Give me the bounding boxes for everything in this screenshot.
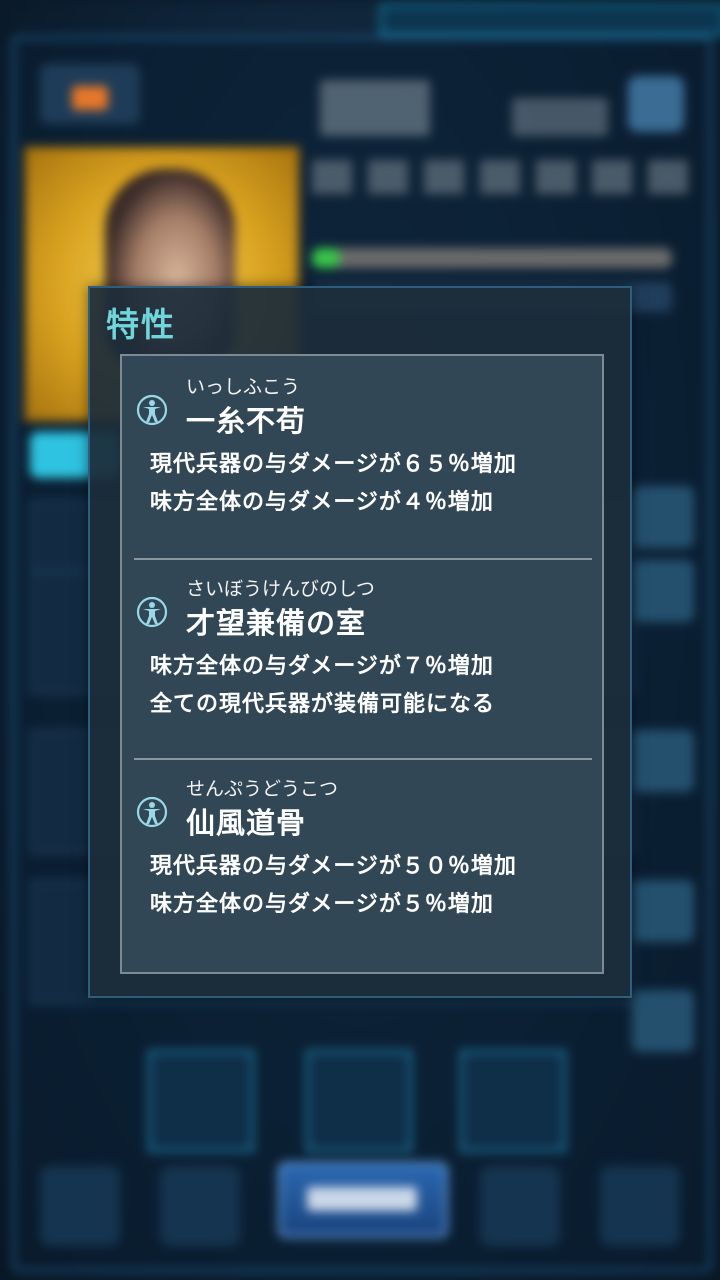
background-side-button (632, 560, 694, 622)
background-exp-bar (312, 248, 672, 268)
trait-name: 一糸不苟 (186, 404, 307, 438)
background-side-button (632, 730, 694, 792)
panel-title: 特性 (106, 305, 176, 344)
trait-description: 全ての現代兵器が装備可能になる (150, 692, 496, 717)
trait-reading: さいぼうけんびのしつ (186, 578, 375, 600)
trait-divider (134, 758, 592, 760)
background-nav-icon (160, 1166, 240, 1246)
trait-name: 才望兼備の室 (186, 606, 367, 640)
trait-reading: いっしふこう (186, 376, 301, 398)
background-tile (460, 1050, 566, 1152)
background-nav-icon (600, 1166, 680, 1246)
background-tile (306, 1050, 412, 1152)
person-trait-icon (136, 796, 168, 828)
trait-divider (134, 558, 592, 560)
trait-description: 味方全体の与ダメージが５％増加 (150, 892, 494, 917)
background-round-button (628, 76, 684, 132)
person-trait-icon (136, 596, 168, 628)
background-side-button (632, 880, 694, 942)
background-rank-block (512, 98, 608, 136)
background-nav-icon (480, 1166, 560, 1246)
background-nav-icon (40, 1166, 120, 1246)
trait-description: 現代兵器の与ダメージが６５％増加 (150, 452, 517, 477)
traits-panel[interactable]: 特性 いっしふこう 一糸不苟 現代兵器の与ダメージが６５％増加 味方全体の与ダメ… (88, 286, 632, 998)
trait-reading: せんぷうどうこつ (186, 778, 339, 800)
trait-description: 現代兵器の与ダメージが５０％増加 (150, 854, 517, 879)
traits-list: いっしふこう 一糸不苟 現代兵器の与ダメージが６５％増加 味方全体の与ダメージが… (120, 354, 604, 974)
background-side-button (632, 486, 694, 548)
trait-description: 味方全体の与ダメージが４％増加 (150, 490, 494, 515)
background-tile (148, 1050, 254, 1152)
trait-description: 味方全体の与ダメージが７％増加 (150, 654, 494, 679)
trait-name: 仙風道骨 (186, 806, 307, 840)
background-name-block (320, 80, 430, 136)
person-trait-icon (136, 394, 168, 426)
background-level-text (312, 160, 692, 194)
background-badge (40, 64, 140, 124)
background-side-button (632, 990, 694, 1052)
background-top-bar (380, 4, 720, 36)
background-close-button (278, 1162, 448, 1238)
game-screen: 特性 いっしふこう 一糸不苟 現代兵器の与ダメージが６５％増加 味方全体の与ダメ… (0, 0, 720, 1280)
